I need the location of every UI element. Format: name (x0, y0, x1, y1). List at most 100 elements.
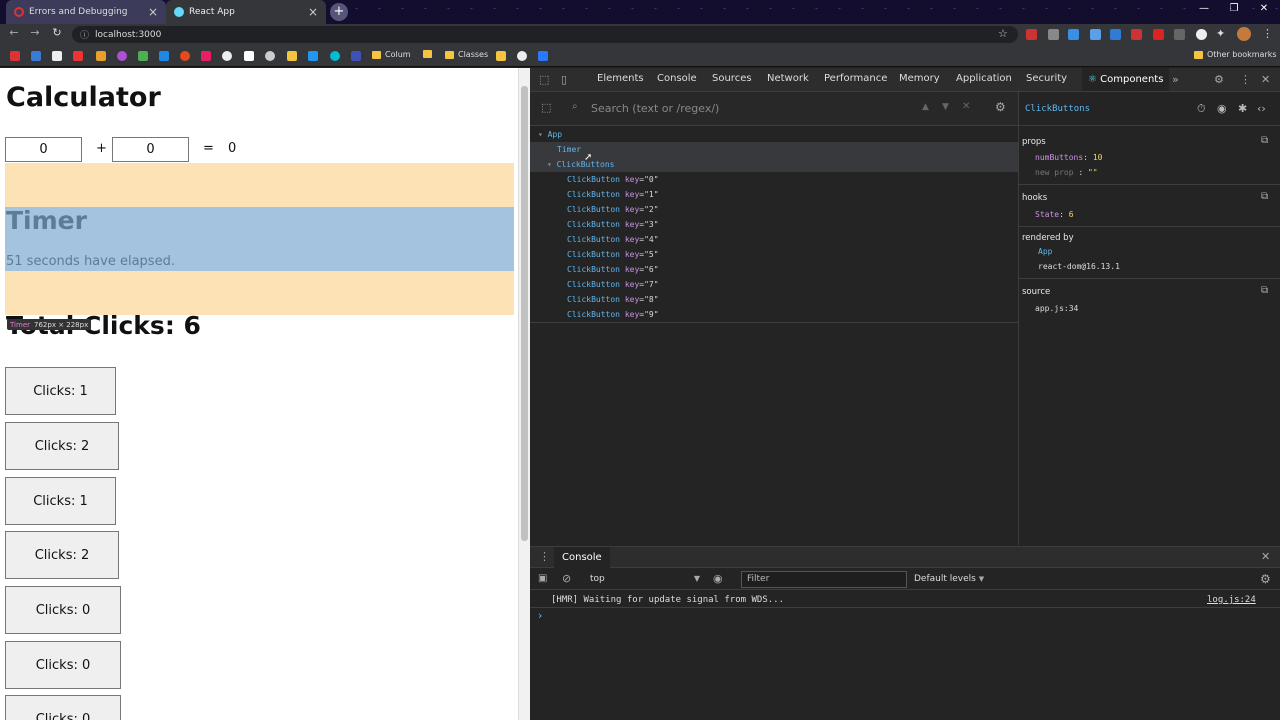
component-search-input[interactable]: Search (text or /regex/) (591, 102, 719, 115)
bookmark-icon[interactable] (117, 51, 127, 61)
click-button[interactable]: Clicks: 0 (5, 586, 121, 634)
settings-gear-icon[interactable]: ⚙ (1214, 73, 1224, 86)
extension-icon[interactable] (1110, 29, 1121, 40)
tree-node-clickbutton[interactable]: ClickButton key="8" (567, 295, 659, 304)
bookmark-icon[interactable] (538, 51, 548, 61)
tree-node-clickbutton[interactable]: ClickButton key="3" (567, 220, 659, 229)
tree-node-clickbutton[interactable]: ClickButton key="0" (567, 175, 659, 184)
tab-console[interactable]: Console (657, 73, 697, 84)
extension-icon[interactable] (1048, 29, 1059, 40)
close-window-icon[interactable]: ✕ (1254, 3, 1274, 14)
restore-icon[interactable]: ❐ (1224, 3, 1244, 14)
bookmark-icon[interactable] (96, 51, 106, 61)
forward-icon[interactable]: → (27, 26, 43, 39)
extension-icon[interactable] (1196, 29, 1207, 40)
bookmark-colum[interactable]: Colum (372, 50, 411, 59)
bookmark-icon[interactable] (496, 51, 506, 61)
bookmark-icon[interactable] (244, 51, 254, 61)
close-drawer-icon[interactable]: ✕ (1261, 550, 1270, 563)
reload-icon[interactable]: ↻ (49, 26, 65, 39)
inspect-eye-icon[interactable]: ◉ (1217, 102, 1227, 115)
tree-node-clickbutton[interactable]: ClickButton key="7" (567, 280, 659, 289)
click-button[interactable]: Clicks: 0 (5, 641, 121, 689)
extension-icon[interactable] (1131, 29, 1142, 40)
tab-performance[interactable]: Performance (824, 73, 887, 84)
prop-row[interactable]: numButtons: 10 (1035, 153, 1102, 162)
click-button[interactable]: Clicks: 0 (5, 695, 121, 720)
console-filter-input[interactable]: Filter (741, 571, 907, 588)
console-drawer-tab[interactable]: Console (554, 547, 610, 568)
click-button[interactable]: Clicks: 2 (5, 422, 119, 470)
tree-node-clickbutton[interactable]: ClickButton key="4" (567, 235, 659, 244)
bookmark-icon[interactable] (31, 51, 41, 61)
tab-network[interactable]: Network (767, 73, 809, 84)
rendered-by-app[interactable]: App (1038, 247, 1052, 256)
click-button[interactable]: Clicks: 2 (5, 531, 119, 579)
clear-console-icon[interactable]: ⊘ (562, 572, 571, 585)
console-message-source[interactable]: log.js:24 (1207, 595, 1256, 605)
extension-icon[interactable] (1068, 29, 1079, 40)
extension-icon[interactable] (1026, 29, 1037, 40)
more-tabs-icon[interactable]: » (1172, 73, 1179, 86)
show-sidebar-icon[interactable]: ▣ (538, 573, 547, 584)
close-tab-icon[interactable]: × (308, 5, 318, 19)
tab-security[interactable]: Security (1026, 73, 1067, 84)
pane-divider[interactable] (1018, 92, 1019, 545)
bookmark-icon[interactable] (10, 51, 20, 61)
extension-icon[interactable] (1090, 29, 1101, 40)
bookmark-icon[interactable] (138, 51, 148, 61)
avatar[interactable] (1237, 27, 1251, 41)
bookmark-star-icon[interactable]: ☆ (998, 27, 1008, 40)
tab-elements[interactable]: Elements (597, 73, 644, 84)
tree-node-clickbutton[interactable]: ClickButton key="5" (567, 250, 659, 259)
bookmark-icon[interactable] (52, 51, 62, 61)
bookmark-folder[interactable] (423, 50, 432, 58)
back-icon[interactable]: ← (6, 26, 22, 39)
bookmark-icon[interactable] (159, 51, 169, 61)
adblock-icon[interactable] (1153, 29, 1164, 40)
copy-icon[interactable]: ⧉ (1261, 191, 1268, 202)
suspend-timer-icon[interactable]: ⏱ (1197, 102, 1206, 116)
log-levels-dropdown[interactable]: Default levels ▼ (914, 574, 984, 584)
drawer-menu-icon[interactable]: ⋮ (539, 550, 550, 563)
console-settings-icon[interactable]: ⚙ (1260, 572, 1271, 586)
tab-application[interactable]: Application (956, 73, 1012, 84)
extensions-puzzle-icon[interactable]: ✦ (1216, 27, 1225, 40)
bookmark-icon[interactable] (73, 51, 83, 61)
new-prop-row[interactable]: new prop : "" (1035, 168, 1098, 177)
bookmark-classes[interactable]: Classes (445, 50, 488, 59)
tab-components[interactable]: ⚛ Components (1082, 68, 1170, 91)
bookmark-icon[interactable] (351, 51, 361, 61)
menu-icon[interactable]: ⋮ (1262, 27, 1273, 40)
tree-node-app[interactable]: ▾ App (538, 130, 562, 139)
tree-node-clickbutton[interactable]: ClickButton key="6" (567, 265, 659, 274)
tab-errors-and-debugging[interactable]: Errors and Debugging × (6, 0, 166, 24)
bookmark-icon[interactable] (180, 51, 190, 61)
tree-node-clickbutton[interactable]: ClickButton key="2" (567, 205, 659, 214)
click-button[interactable]: Clicks: 1 (5, 367, 116, 415)
console-prompt[interactable]: › (538, 609, 542, 622)
live-expression-eye-icon[interactable]: ◉ (713, 572, 723, 585)
view-source-icon[interactable]: ‹› (1257, 102, 1266, 115)
tree-node-clickbuttons[interactable]: ▾ ClickButtons (547, 160, 614, 169)
minimize-icon[interactable]: — (1194, 3, 1214, 14)
number-input-a[interactable]: 0 (5, 137, 82, 162)
bookmark-icon[interactable] (517, 51, 527, 61)
inspect-element-icon[interactable]: ⬚ (539, 73, 549, 86)
bookmark-icon[interactable] (287, 51, 297, 61)
copy-icon[interactable]: ⧉ (1261, 285, 1268, 296)
source-location[interactable]: app.js:34 (1035, 304, 1078, 313)
tree-node-clickbutton[interactable]: ClickButton key="9" (567, 310, 659, 319)
bookmark-icon[interactable] (265, 51, 275, 61)
new-tab-button[interactable]: + (330, 3, 348, 21)
debug-bug-icon[interactable]: ✱ (1238, 102, 1247, 115)
other-bookmarks[interactable]: Other bookmarks (1194, 50, 1277, 59)
bookmark-icon[interactable] (330, 51, 340, 61)
click-button[interactable]: Clicks: 1 (5, 477, 116, 525)
address-bar[interactable]: ⓘ localhost:3000 (72, 26, 1018, 43)
tree-node-clickbutton[interactable]: ClickButton key="1" (567, 190, 659, 199)
device-toolbar-icon[interactable]: ▯ (561, 73, 567, 86)
next-result-icon[interactable]: ▼ (942, 102, 949, 112)
component-settings-icon[interactable]: ⚙ (995, 100, 1006, 114)
bookmark-icon[interactable] (201, 51, 211, 61)
